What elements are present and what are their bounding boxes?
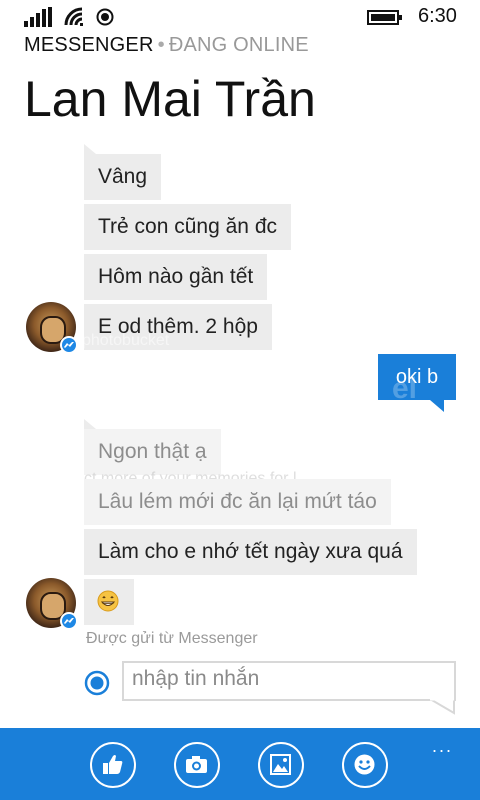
message-bubble[interactable]: Vâng xyxy=(84,144,162,200)
watermark-text: photobucket xyxy=(82,332,170,349)
battery-icon xyxy=(367,10,402,25)
camera-button[interactable] xyxy=(174,742,220,788)
more-options-button[interactable]: ... xyxy=(432,736,453,757)
grinning-face-icon xyxy=(97,590,119,612)
contact-name: Lan Mai Trần xyxy=(24,71,316,127)
camera-icon xyxy=(186,756,207,773)
presence-status: ĐANG ONLINE xyxy=(168,34,309,56)
photo-icon xyxy=(270,754,291,775)
clock: 6:30 xyxy=(418,5,457,27)
messenger-badge-icon xyxy=(60,336,78,354)
app-bar: ... xyxy=(0,728,480,800)
separator: • xyxy=(157,34,165,56)
message-bubble[interactable]: Hôm nào gần tết xyxy=(84,254,268,300)
chat-screen: 6:30 MESSENGER • ĐANG ONLINE Lan Mai Trần … xyxy=(0,0,480,800)
emoji-button[interactable] xyxy=(342,742,388,788)
emoji-message-bubble[interactable] xyxy=(84,579,134,625)
location-icon xyxy=(96,8,114,26)
app-header: MESSENGER • ĐANG ONLINE xyxy=(24,34,309,57)
messenger-badge-icon xyxy=(60,612,78,630)
message-bubble[interactable]: Trẻ con cũng ăn đc xyxy=(84,204,291,250)
sent-from-label: Được gửi từ Messenger xyxy=(86,630,258,647)
contact-avatar[interactable] xyxy=(26,578,78,630)
status-bar: 6:30 xyxy=(0,0,480,32)
message-bubble[interactable]: Làm cho e nhớ tết ngày xưa quá xyxy=(84,529,417,575)
signal-strength-icon xyxy=(24,7,52,27)
photo-button[interactable] xyxy=(258,742,304,788)
message-input[interactable]: nhập tin nhắn xyxy=(122,661,456,701)
message-bubble[interactable]: Ngon thật ạ xyxy=(84,419,221,475)
input-tail-shape xyxy=(430,699,455,715)
wifi-icon xyxy=(64,7,83,26)
contact-avatar[interactable] xyxy=(26,302,78,354)
like-icon xyxy=(103,755,123,774)
app-name: MESSENGER xyxy=(24,34,154,56)
like-button[interactable] xyxy=(90,742,136,788)
emoji-icon xyxy=(354,754,375,775)
watermark-text: el xyxy=(392,372,418,405)
message-bubble[interactable]: Lâu lém mới đc ăn lại mứt táo xyxy=(84,479,391,525)
radio-button-icon[interactable] xyxy=(84,670,110,696)
